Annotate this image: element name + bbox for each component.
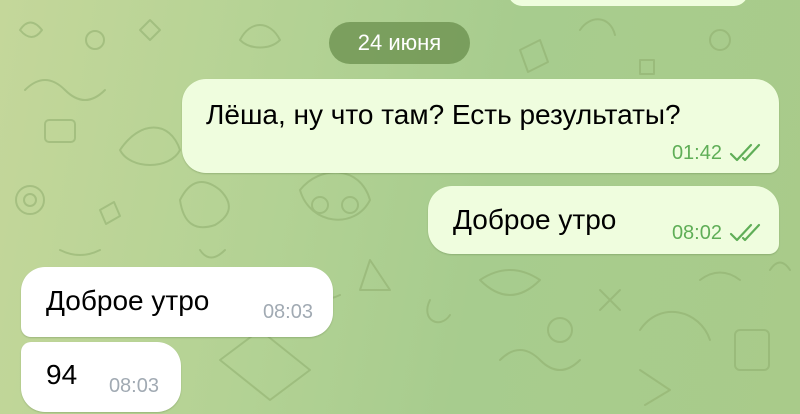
outgoing-message[interactable]: Лёша, ну что там? Есть результаты? 01:42 xyxy=(182,79,779,173)
message-text: Доброе утро xyxy=(46,285,210,316)
message-time: 01:42 xyxy=(671,142,722,164)
message-meta: 08:03 xyxy=(109,376,159,396)
message-text: Лёша, ну что там? Есть результаты? xyxy=(206,99,681,130)
message-time: 08:03 xyxy=(108,375,159,397)
message-time: 08:02 xyxy=(671,222,722,244)
message-time: 08:03 xyxy=(262,301,313,323)
double-check-icon xyxy=(729,143,761,162)
outgoing-message[interactable]: Доброе утро 08:02 xyxy=(428,186,779,254)
previous-message-bubble xyxy=(508,0,748,6)
incoming-message[interactable]: 94 08:03 xyxy=(21,342,181,412)
message-text: 94 xyxy=(46,359,78,390)
message-meta: 08:03 xyxy=(263,302,313,322)
message-text: Доброе утро xyxy=(453,204,617,235)
double-check-icon xyxy=(729,223,761,242)
message-meta: 08:02 xyxy=(672,223,763,243)
date-separator: 24 июня xyxy=(329,22,470,64)
incoming-message[interactable]: Доброе утро 08:03 xyxy=(21,267,333,337)
message-meta: 01:42 xyxy=(672,143,763,163)
